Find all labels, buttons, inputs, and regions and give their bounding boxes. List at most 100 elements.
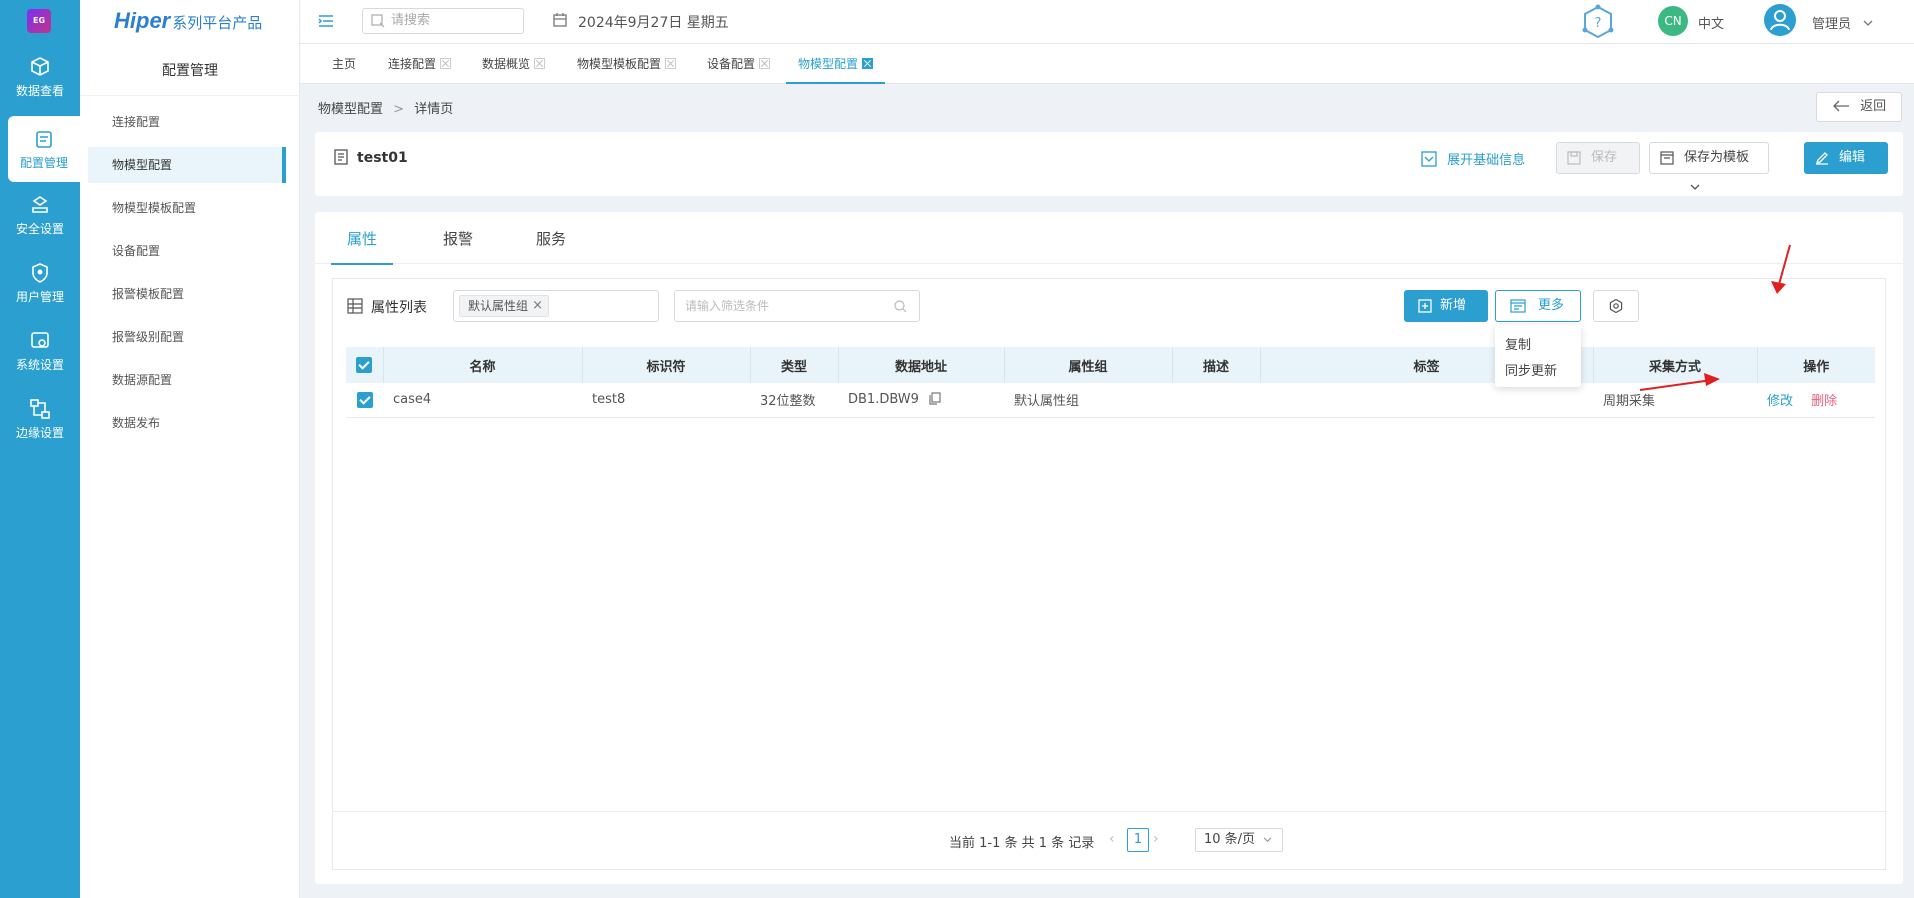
settings-gear-icon xyxy=(31,332,49,348)
config-menu: Hiper 系列平台产品 配置管理 连接配置 物模型配置 物模型模板配置 设备配置… xyxy=(80,0,300,898)
table-header-row: 名称 标识符 类型 数据地址 属性组 描述 标签 采集方式 操作 xyxy=(346,347,1875,383)
close-icon[interactable]: × xyxy=(532,296,543,316)
back-button[interactable]: 返回 xyxy=(1816,92,1902,122)
close-icon[interactable] xyxy=(665,58,677,69)
calendar-icon xyxy=(553,13,567,27)
col-actions: 操作 xyxy=(1757,347,1875,383)
chevron-box-icon xyxy=(1421,151,1437,167)
table-icon xyxy=(347,298,363,314)
help-hex-icon[interactable]: ? xyxy=(1580,4,1616,40)
nav-security[interactable]: 安全设置 xyxy=(0,182,80,248)
avatar[interactable] xyxy=(1764,4,1796,36)
tab-alarms[interactable]: 报警 xyxy=(443,228,473,249)
menu-item-sync-update[interactable]: 同步更新 xyxy=(1505,360,1557,379)
tab-connection-config[interactable]: 连接配置 xyxy=(388,44,452,84)
tab-home[interactable]: 主页 xyxy=(332,44,356,84)
tab-data-overview[interactable]: 数据概览 xyxy=(482,44,546,84)
user-avatar-icon xyxy=(1770,10,1790,31)
property-list-panel: 属性列表 默认属性组 × 请输入筛选条件 新增 更多 复制 同步更新 名称 标识… xyxy=(332,278,1887,870)
nav-data-view[interactable]: 数据查看 xyxy=(0,44,80,110)
tab-device-config[interactable]: 设备配置 xyxy=(707,44,771,84)
menu-collapse-icon[interactable] xyxy=(318,14,334,28)
language-badge[interactable]: CN xyxy=(1658,6,1688,36)
settings-button[interactable] xyxy=(1593,290,1639,322)
menu-title: 配置管理 xyxy=(80,58,300,96)
property-tabs: 属性 报警 服务 xyxy=(315,212,1903,265)
expand-basic-info[interactable]: 展开基础信息 xyxy=(1421,149,1525,168)
pagination-summary: 当前 1-1 条 共 1 条 记录 xyxy=(949,836,1095,851)
cell-tags xyxy=(1260,383,1593,418)
select-all-checkbox[interactable] xyxy=(356,357,373,373)
nav-label: 边缘设置 xyxy=(15,426,64,440)
language-label[interactable]: 中文 xyxy=(1698,13,1724,32)
search-input[interactable]: 请搜索 xyxy=(362,8,524,34)
save-button[interactable]: 保存 xyxy=(1556,142,1640,174)
property-table: 名称 标识符 类型 数据地址 属性组 描述 标签 采集方式 操作 case4 t… xyxy=(346,347,1875,418)
nav-label: 配置管理 xyxy=(19,156,68,170)
top-bar: 请搜索 2024年9月27日 星期五 ? CN 中文 管理员 xyxy=(300,0,1914,44)
gear-icon xyxy=(1609,299,1623,313)
next-page-icon[interactable]: › xyxy=(1153,831,1159,847)
col-identifier: 标识符 xyxy=(582,347,751,383)
tab-thing-model-config[interactable]: 物模型配置 xyxy=(786,44,886,84)
nav-config[interactable]: 配置管理 xyxy=(8,116,80,182)
menu-item-datasource[interactable]: 数据源配置 xyxy=(88,362,286,398)
menu-item-thing-model-template[interactable]: 物模型模板配置 xyxy=(88,190,286,226)
edit-button[interactable]: 编辑 xyxy=(1804,142,1888,174)
breadcrumb-parent[interactable]: 物模型配置 xyxy=(318,102,383,117)
close-icon[interactable] xyxy=(862,58,874,69)
col-type: 类型 xyxy=(750,347,839,383)
save-as-template-button[interactable]: 保存为模板 xyxy=(1649,142,1769,190)
col-address: 数据地址 xyxy=(838,347,1005,383)
prev-page-icon[interactable]: ‹ xyxy=(1109,831,1115,847)
menu-item-connection[interactable]: 连接配置 xyxy=(88,104,286,140)
filter-input[interactable]: 请输入筛选条件 xyxy=(674,290,920,322)
page-size-select[interactable]: 10 条/页 xyxy=(1195,828,1283,852)
nav-system-settings[interactable]: 系统设置 xyxy=(0,318,80,384)
brand-logo: Hiper 系列平台产品 xyxy=(114,8,263,33)
tab-properties[interactable]: 属性 xyxy=(331,228,394,265)
copy-icon[interactable] xyxy=(929,392,941,405)
current-date: 2024年9月27日 星期五 xyxy=(552,12,729,32)
close-icon[interactable] xyxy=(440,58,452,69)
cell-type: 32位整数 xyxy=(750,383,838,418)
cell-group: 默认属性组 xyxy=(1004,383,1172,418)
add-button[interactable]: 新增 xyxy=(1404,290,1488,322)
plus-box-icon xyxy=(1418,299,1432,313)
cell-description xyxy=(1172,383,1260,418)
config-icon xyxy=(36,131,52,148)
close-icon[interactable] xyxy=(534,58,546,69)
menu-item-alarm-template[interactable]: 报警模板配置 xyxy=(88,276,286,312)
more-button[interactable]: 更多 xyxy=(1495,290,1581,338)
cube-icon xyxy=(31,57,49,76)
icon-nav-bar: EG 数据查看 配置管理 安全设置 用户管理 系统设置 边缘设置 xyxy=(0,0,80,898)
row-checkbox[interactable] xyxy=(356,391,373,408)
delete-link[interactable]: 删除 xyxy=(1811,394,1837,409)
row-select-cell[interactable] xyxy=(346,383,383,418)
edit-link[interactable]: 修改 xyxy=(1767,394,1793,409)
menu-item-alarm-level[interactable]: 报警级别配置 xyxy=(88,319,286,355)
select-all-header[interactable] xyxy=(346,347,384,383)
user-shield-icon xyxy=(32,263,48,283)
menu-item-thing-model[interactable]: 物模型配置 xyxy=(88,147,286,183)
nav-user-management[interactable]: 用户管理 xyxy=(0,250,80,316)
breadcrumb-separator: > xyxy=(393,102,405,117)
arrow-left-icon xyxy=(1833,100,1849,112)
group-select[interactable]: 默认属性组 × xyxy=(453,290,659,322)
template-icon xyxy=(1510,299,1526,313)
user-menu[interactable]: 管理员 xyxy=(1812,13,1873,32)
menu-item-device[interactable]: 设备配置 xyxy=(88,233,286,269)
tab-services[interactable]: 服务 xyxy=(536,228,566,249)
breadcrumb-current: 详情页 xyxy=(414,102,454,117)
menu-item-data-publish[interactable]: 数据发布 xyxy=(88,405,286,441)
tab-thing-model-template[interactable]: 物模型模板配置 xyxy=(577,44,677,84)
shield-cloud-icon xyxy=(32,196,48,213)
page-number[interactable]: 1 xyxy=(1127,828,1149,852)
close-icon[interactable] xyxy=(759,58,771,69)
menu-item-copy[interactable]: 复制 xyxy=(1505,334,1531,353)
cell-collect-mode: 周期采集 xyxy=(1593,383,1757,418)
nav-edge-settings[interactable]: 边缘设置 xyxy=(0,386,80,452)
nav-label: 安全设置 xyxy=(15,222,64,236)
cell-address: DB1.DBW9 xyxy=(838,383,1004,418)
chevron-down-icon xyxy=(1263,837,1272,843)
